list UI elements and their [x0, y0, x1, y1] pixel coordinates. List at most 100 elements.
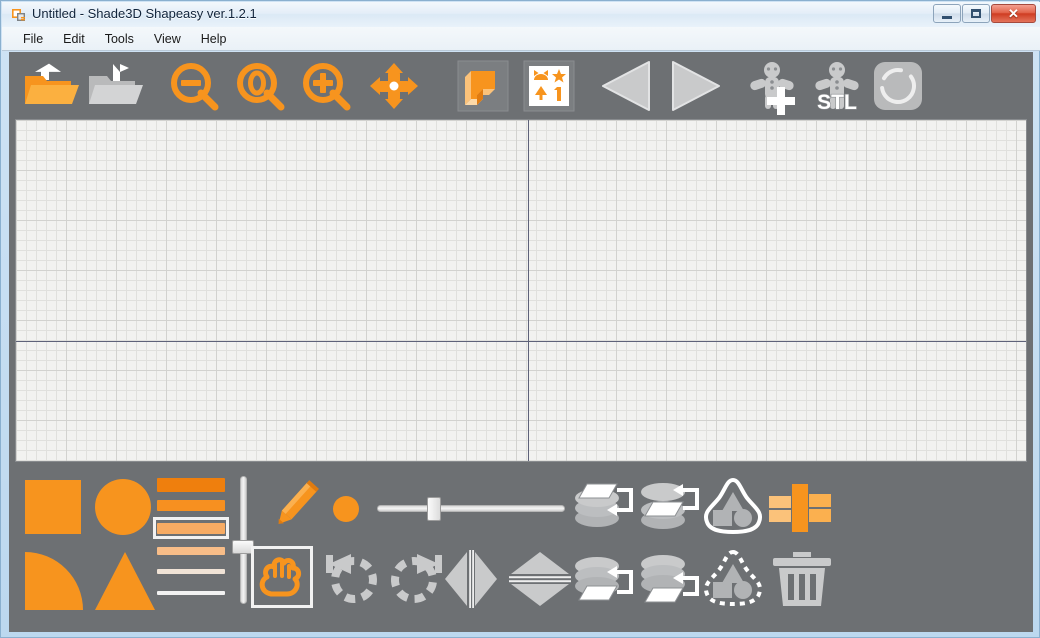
thickness-bar-5[interactable] [157, 591, 225, 595]
menu-item-edit[interactable]: Edit [54, 29, 94, 49]
move-arrows-icon [370, 62, 418, 109]
triangle-left-icon [602, 60, 650, 111]
title-bar[interactable]: Untitled - Shade3D Shapeasy ver.1.2.1 ✕ [2, 2, 1040, 27]
close-button[interactable]: ✕ [991, 4, 1036, 23]
svg-text:STL: STL [817, 91, 857, 114]
layers-forward-icon [575, 483, 633, 527]
thickness-bar-4[interactable] [157, 569, 225, 574]
mirror-vertical-icon [445, 550, 497, 608]
add-figure-button[interactable] [745, 52, 799, 119]
menu-item-help[interactable]: Help [192, 29, 236, 49]
group-dashed-icon [704, 549, 762, 607]
pan-button[interactable] [365, 52, 423, 119]
size-slider[interactable] [373, 492, 569, 526]
thickness-selector[interactable] [153, 476, 229, 620]
shape-square-tool[interactable] [23, 478, 87, 536]
rotate-view-button[interactable] [871, 52, 927, 119]
export-stl-button[interactable]: STL [807, 52, 867, 119]
maximize-icon [971, 9, 981, 18]
magnifier-zero-icon [237, 62, 285, 110]
menu-bar: File Edit Tools View Help [2, 27, 1040, 51]
circle-rotate-icon [874, 61, 922, 110]
stamp-gallery-button[interactable] [521, 52, 577, 119]
extrude-button[interactable] [455, 52, 511, 119]
magnifier-plus-icon [303, 62, 351, 110]
bring-front-button[interactable] [635, 478, 707, 536]
cross-layout-icon [769, 484, 831, 532]
drawing-canvas[interactable] [15, 119, 1027, 462]
dot-tool[interactable] [329, 492, 363, 526]
shape-quarter-circle-tool[interactable] [23, 550, 87, 612]
mirror-vertical-button[interactable] [441, 550, 503, 608]
hand-lasso-icon [259, 557, 302, 597]
canvas-axis-horizontal [16, 341, 1026, 342]
group-solid-icon [704, 477, 762, 535]
thickness-bar-1[interactable] [157, 500, 225, 511]
figure-plus-icon [750, 61, 795, 115]
ungroup-button[interactable] [699, 549, 767, 608]
shape-triangle-tool[interactable] [93, 550, 157, 612]
dot-icon [333, 496, 359, 522]
redo-button[interactable] [665, 52, 725, 119]
app-icon [11, 7, 27, 23]
application-window: Untitled - Shade3D Shapeasy ver.1.2.1 ✕ … [0, 0, 1040, 638]
shape-circle-tool[interactable] [93, 478, 155, 536]
trash-can-icon [773, 552, 831, 606]
menu-item-file[interactable]: File [14, 29, 52, 49]
mirror-horizontal-icon [509, 552, 571, 606]
send-back-button[interactable] [635, 550, 707, 608]
open-file-button[interactable] [23, 52, 81, 119]
align-button[interactable] [765, 480, 835, 536]
extrude-shape-icon [457, 60, 509, 111]
zoom-reset-button[interactable] [233, 52, 289, 119]
quarter-circle-icon [25, 552, 83, 610]
delete-button[interactable] [769, 550, 835, 610]
zoom-in-button[interactable] [299, 52, 355, 119]
zoom-out-button[interactable] [167, 52, 223, 119]
main-toolbar: STL [9, 52, 1033, 119]
undo-button[interactable] [597, 52, 657, 119]
maximize-button[interactable] [962, 4, 990, 23]
menu-item-tools[interactable]: Tools [96, 29, 143, 49]
rotate-ccw-icon [326, 554, 377, 603]
window-frame: Untitled - Shade3D Shapeasy ver.1.2.1 ✕ … [0, 0, 1040, 638]
pencil-icon [278, 480, 319, 524]
stamp-gallery-icon [523, 60, 575, 111]
rotate-cw-icon [391, 554, 442, 603]
close-icon: ✕ [1008, 6, 1019, 21]
window-controls: ✕ [933, 4, 1036, 23]
rotate-left-button[interactable] [321, 548, 383, 608]
bring-forward-button[interactable] [569, 478, 641, 536]
send-backward-button[interactable] [569, 550, 641, 608]
size-slider-track[interactable] [377, 505, 565, 512]
figure-stl-icon: STL [815, 61, 859, 114]
thickness-bar-0[interactable] [157, 478, 225, 492]
minimize-icon [942, 15, 952, 19]
layers-front-icon [641, 483, 699, 529]
save-file-button[interactable] [87, 52, 145, 119]
canvas-axis-vertical [528, 120, 529, 461]
menu-item-view[interactable]: View [145, 29, 190, 49]
mirror-horizontal-button[interactable] [509, 550, 571, 608]
hand-select-tool[interactable] [251, 546, 313, 608]
folder-save-gray-icon [89, 63, 143, 104]
thickness-bar-3[interactable] [157, 547, 225, 555]
triangle-icon [95, 552, 155, 610]
tool-panel [9, 464, 1033, 632]
circle-icon [95, 479, 151, 535]
rotate-right-button[interactable] [385, 548, 447, 608]
square-icon [25, 480, 81, 534]
folder-open-orange-icon [25, 63, 79, 104]
size-slider-knob[interactable] [427, 497, 441, 521]
group-button[interactable] [699, 477, 767, 536]
pencil-tool[interactable] [265, 476, 325, 534]
client-area: STL [9, 52, 1033, 632]
layers-back-icon [641, 555, 699, 603]
minimize-button[interactable] [933, 4, 961, 23]
layers-backward-icon [575, 557, 633, 601]
thickness-bar-2[interactable] [157, 523, 225, 534]
window-title: Untitled - Shade3D Shapeasy ver.1.2.1 [32, 6, 257, 21]
magnifier-minus-icon [171, 62, 219, 110]
triangle-right-icon [672, 60, 720, 111]
canvas-major-grid [16, 120, 1026, 461]
